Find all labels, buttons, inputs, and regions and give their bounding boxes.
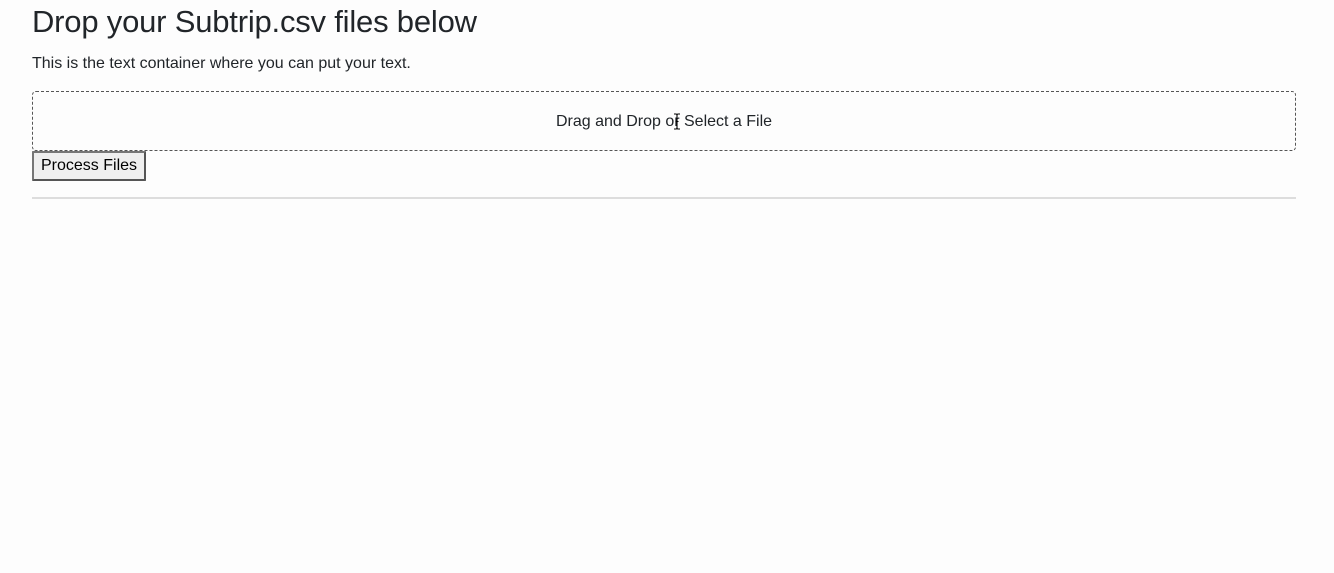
dropzone-label: Drag and Drop or Select a File — [555, 113, 773, 130]
page-title: Drop your Subtrip.csv files below — [32, 4, 477, 39]
page: Drop your Subtrip.csv files below This i… — [0, 0, 1334, 573]
main-content: Drop your Subtrip.csv files below This i… — [32, 0, 1296, 199]
process-files-button[interactable]: Process Files — [32, 151, 147, 181]
file-dropzone[interactable]: Drag and Drop or Select a File — [32, 91, 1296, 151]
page-description: This is the text container where you can… — [32, 55, 411, 72]
divider — [32, 197, 1296, 199]
